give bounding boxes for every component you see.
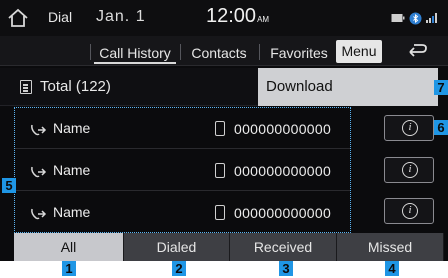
call-number: 000000000000: [234, 121, 332, 137]
tab-divider: [259, 44, 260, 60]
call-name: Name: [53, 162, 91, 178]
info-icon: i: [402, 203, 418, 219]
info-button[interactable]: i: [384, 115, 434, 141]
call-name: Name: [53, 120, 91, 136]
signal-icon: [426, 13, 437, 23]
call-number: 000000000000: [234, 205, 332, 221]
tab-favorites[interactable]: Favorites: [264, 42, 334, 64]
call-list: Name 000000000000 Name 000000000000 Name…: [14, 107, 351, 233]
back-arrow-icon[interactable]: [397, 40, 433, 64]
filter-received[interactable]: Received: [230, 233, 337, 261]
tab-divider: [90, 44, 91, 60]
status-date: Jan. 1: [96, 8, 146, 25]
callout-marker-3: 3: [279, 261, 293, 276]
call-name: Name: [53, 204, 91, 220]
callout-marker-1: 1: [62, 261, 76, 276]
outgoing-call-icon: [31, 208, 47, 220]
filter-dialed[interactable]: Dialed: [124, 233, 230, 261]
total-count: Total (122): [40, 78, 111, 95]
mobile-phone-icon: [215, 121, 225, 136]
home-icon[interactable]: [6, 7, 30, 29]
menu-button[interactable]: Menu: [336, 40, 382, 63]
status-time-value: 12:00: [206, 5, 257, 27]
mobile-phone-icon: [215, 163, 225, 178]
info-icon: i: [402, 162, 418, 178]
callout-marker-2: 2: [172, 261, 186, 276]
info-button[interactable]: i: [384, 157, 434, 183]
filter-bar: All Dialed Received Missed: [0, 233, 448, 261]
battery-icon: [391, 14, 405, 22]
callout-marker-6: 6: [434, 120, 448, 135]
list-item[interactable]: Name 000000000000: [15, 192, 350, 233]
info-icon: i: [402, 120, 418, 136]
callout-marker-5: 5: [2, 178, 16, 193]
call-number: 000000000000: [234, 163, 332, 179]
outgoing-call-icon: [31, 166, 47, 178]
filter-missed[interactable]: Missed: [337, 233, 444, 261]
status-time-suffix: AM: [257, 15, 270, 24]
status-icons: [391, 11, 440, 25]
info-button[interactable]: i: [384, 198, 434, 224]
tab-call-history[interactable]: Call History: [94, 42, 176, 64]
list-item[interactable]: Name 000000000000: [15, 150, 350, 191]
tab-dial[interactable]: Dial: [38, 6, 82, 28]
tab-divider: [180, 44, 181, 60]
status-time: 12:00AM: [206, 5, 269, 28]
list-item[interactable]: Name 000000000000: [15, 108, 350, 149]
phone-screen: Jan. 1 12:00AM Dial Call History Contact…: [0, 0, 448, 278]
outgoing-call-icon: [31, 124, 47, 136]
list-icon: [20, 80, 32, 94]
callout-marker-7: 7: [434, 80, 448, 95]
total-row: Total (122): [0, 68, 258, 106]
callout-marker-4: 4: [385, 261, 399, 276]
download-menu-item[interactable]: Download: [258, 68, 438, 106]
mobile-phone-icon: [215, 205, 225, 220]
filter-all[interactable]: All: [14, 233, 124, 261]
bluetooth-icon: [409, 12, 422, 24]
tab-contacts[interactable]: Contacts: [184, 42, 254, 64]
